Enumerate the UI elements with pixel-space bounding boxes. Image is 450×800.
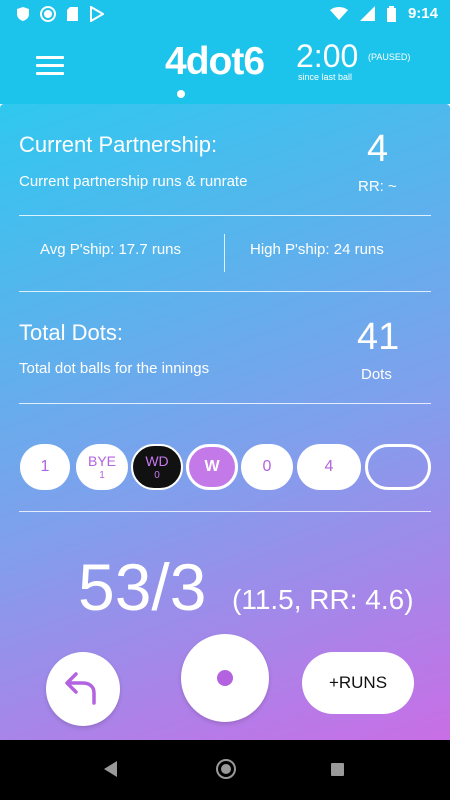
logo-dot	[177, 90, 185, 98]
sd-card-icon	[67, 7, 78, 21]
recent-apps-icon[interactable]	[331, 763, 344, 776]
ball-chip[interactable]: BYE 1	[76, 444, 128, 490]
back-icon[interactable]	[104, 761, 117, 777]
ball-chip-empty[interactable]	[365, 444, 431, 490]
ball-chip[interactable]: W	[186, 444, 238, 490]
clock: 9:14	[407, 5, 438, 22]
undo-icon	[65, 672, 96, 705]
ball-timer[interactable]: 2:00 (PAUSED) since last ball	[296, 38, 410, 82]
ball-label: 0	[262, 458, 272, 475]
vertical-divider	[224, 234, 225, 272]
ball-chip[interactable]: 0	[241, 444, 293, 490]
high-partnership: High P'ship: 24 runs	[250, 241, 384, 258]
dots-description: Total dot balls for the innings	[19, 360, 210, 377]
timer-value: 2:00	[296, 38, 359, 74]
ball-chip[interactable]: 4	[297, 444, 361, 490]
ball-label: 4	[324, 458, 334, 475]
divider	[19, 403, 431, 404]
home-icon[interactable]	[216, 759, 236, 779]
divider	[19, 511, 431, 512]
score-detail: (11.5, RR: 4.6)	[232, 584, 414, 615]
ball-label: WD	[145, 453, 169, 469]
divider	[19, 291, 431, 292]
dots-title: Total Dots:	[19, 320, 123, 345]
ball-extra: 0	[154, 470, 160, 481]
notification-icons	[16, 6, 104, 22]
dots-count: 41	[357, 316, 400, 358]
partnership-title: Current Partnership:	[19, 132, 218, 157]
timer-caption: since last ball	[298, 72, 353, 82]
partnership-runs: 4	[367, 128, 389, 170]
timer-state: (PAUSED)	[368, 52, 411, 62]
navigation-bar	[0, 740, 450, 800]
dots-unit: Dots	[361, 366, 392, 383]
ball-label: BYE	[87, 453, 116, 469]
play-store-icon	[90, 6, 104, 22]
ball-label: W	[204, 458, 220, 475]
app-bar: 4dot6 2:00 (PAUSED) since last ball	[0, 32, 450, 104]
app-logo: 4dot6	[165, 40, 265, 98]
ball-label: 1	[40, 458, 50, 475]
partnership-description: Current partnership runs & runrate	[19, 173, 248, 190]
menu-icon[interactable]	[36, 56, 64, 78]
dot-ball-button[interactable]	[181, 634, 269, 722]
ball-extra: 1	[99, 470, 105, 481]
shield-icon	[17, 7, 29, 21]
innings-score: 53/3	[78, 550, 207, 624]
divider	[19, 215, 431, 216]
ball-chip[interactable]: WD 0	[131, 444, 183, 490]
ball-chip[interactable]: 1	[20, 444, 70, 490]
wifi-icon	[329, 6, 348, 20]
dot-icon	[217, 670, 233, 686]
circle-icon	[40, 6, 56, 22]
logo-text: 4dot6	[165, 40, 265, 83]
battery-icon	[386, 5, 396, 22]
status-bar: 9:14	[0, 0, 450, 32]
partnership-runrate: RR: ~	[358, 178, 397, 195]
stats-card: Current Partnership: Current partnership…	[0, 104, 450, 740]
undo-button[interactable]	[46, 652, 120, 726]
signal-icon	[359, 6, 375, 21]
system-icons: 9:14	[329, 5, 438, 22]
add-runs-button[interactable]: +RUNS	[302, 652, 414, 714]
avg-partnership: Avg P'ship: 17.7 runs	[40, 241, 182, 258]
